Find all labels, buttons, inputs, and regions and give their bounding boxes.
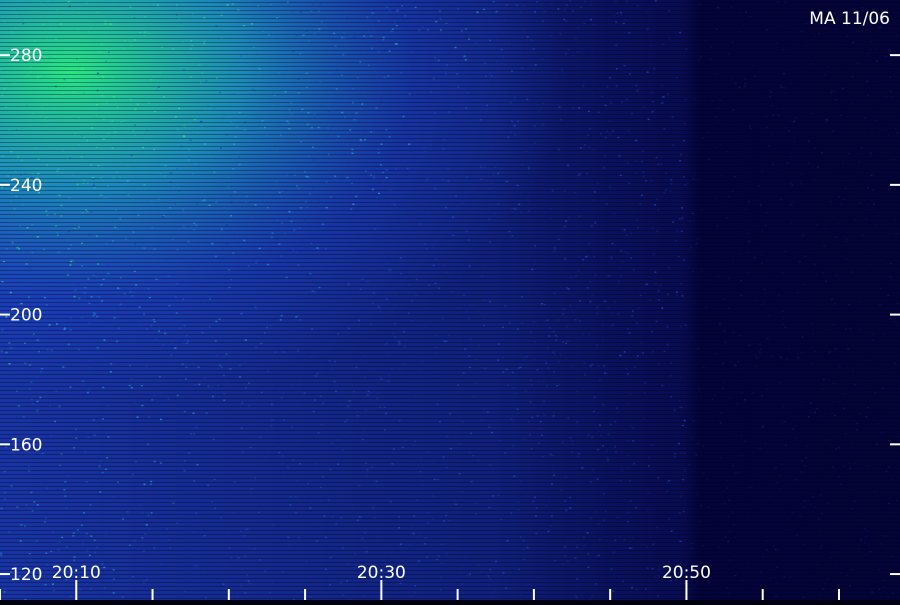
x-tick-label: 20:30 bbox=[357, 563, 406, 583]
y-tick-label: 200 bbox=[10, 306, 42, 326]
date-stamp: MA 11/06 bbox=[809, 9, 890, 29]
scanlines bbox=[0, 0, 900, 600]
x-tick-label: 20:10 bbox=[52, 563, 101, 583]
y-tick-label: 120 bbox=[10, 565, 42, 585]
x-tick-label: 20:50 bbox=[662, 563, 711, 583]
spectrogram: 280 240 200 160 120 20:10 20:30 20:50 MA 11/06 bbox=[0, 0, 900, 600]
y-tick-label: 240 bbox=[10, 176, 42, 196]
y-tick-label: 280 bbox=[10, 46, 42, 66]
spectrogram-chart: 280 240 200 160 120 20:10 20:30 20:50 MA 11/06 bbox=[0, 0, 900, 600]
y-tick-label: 160 bbox=[10, 435, 42, 455]
